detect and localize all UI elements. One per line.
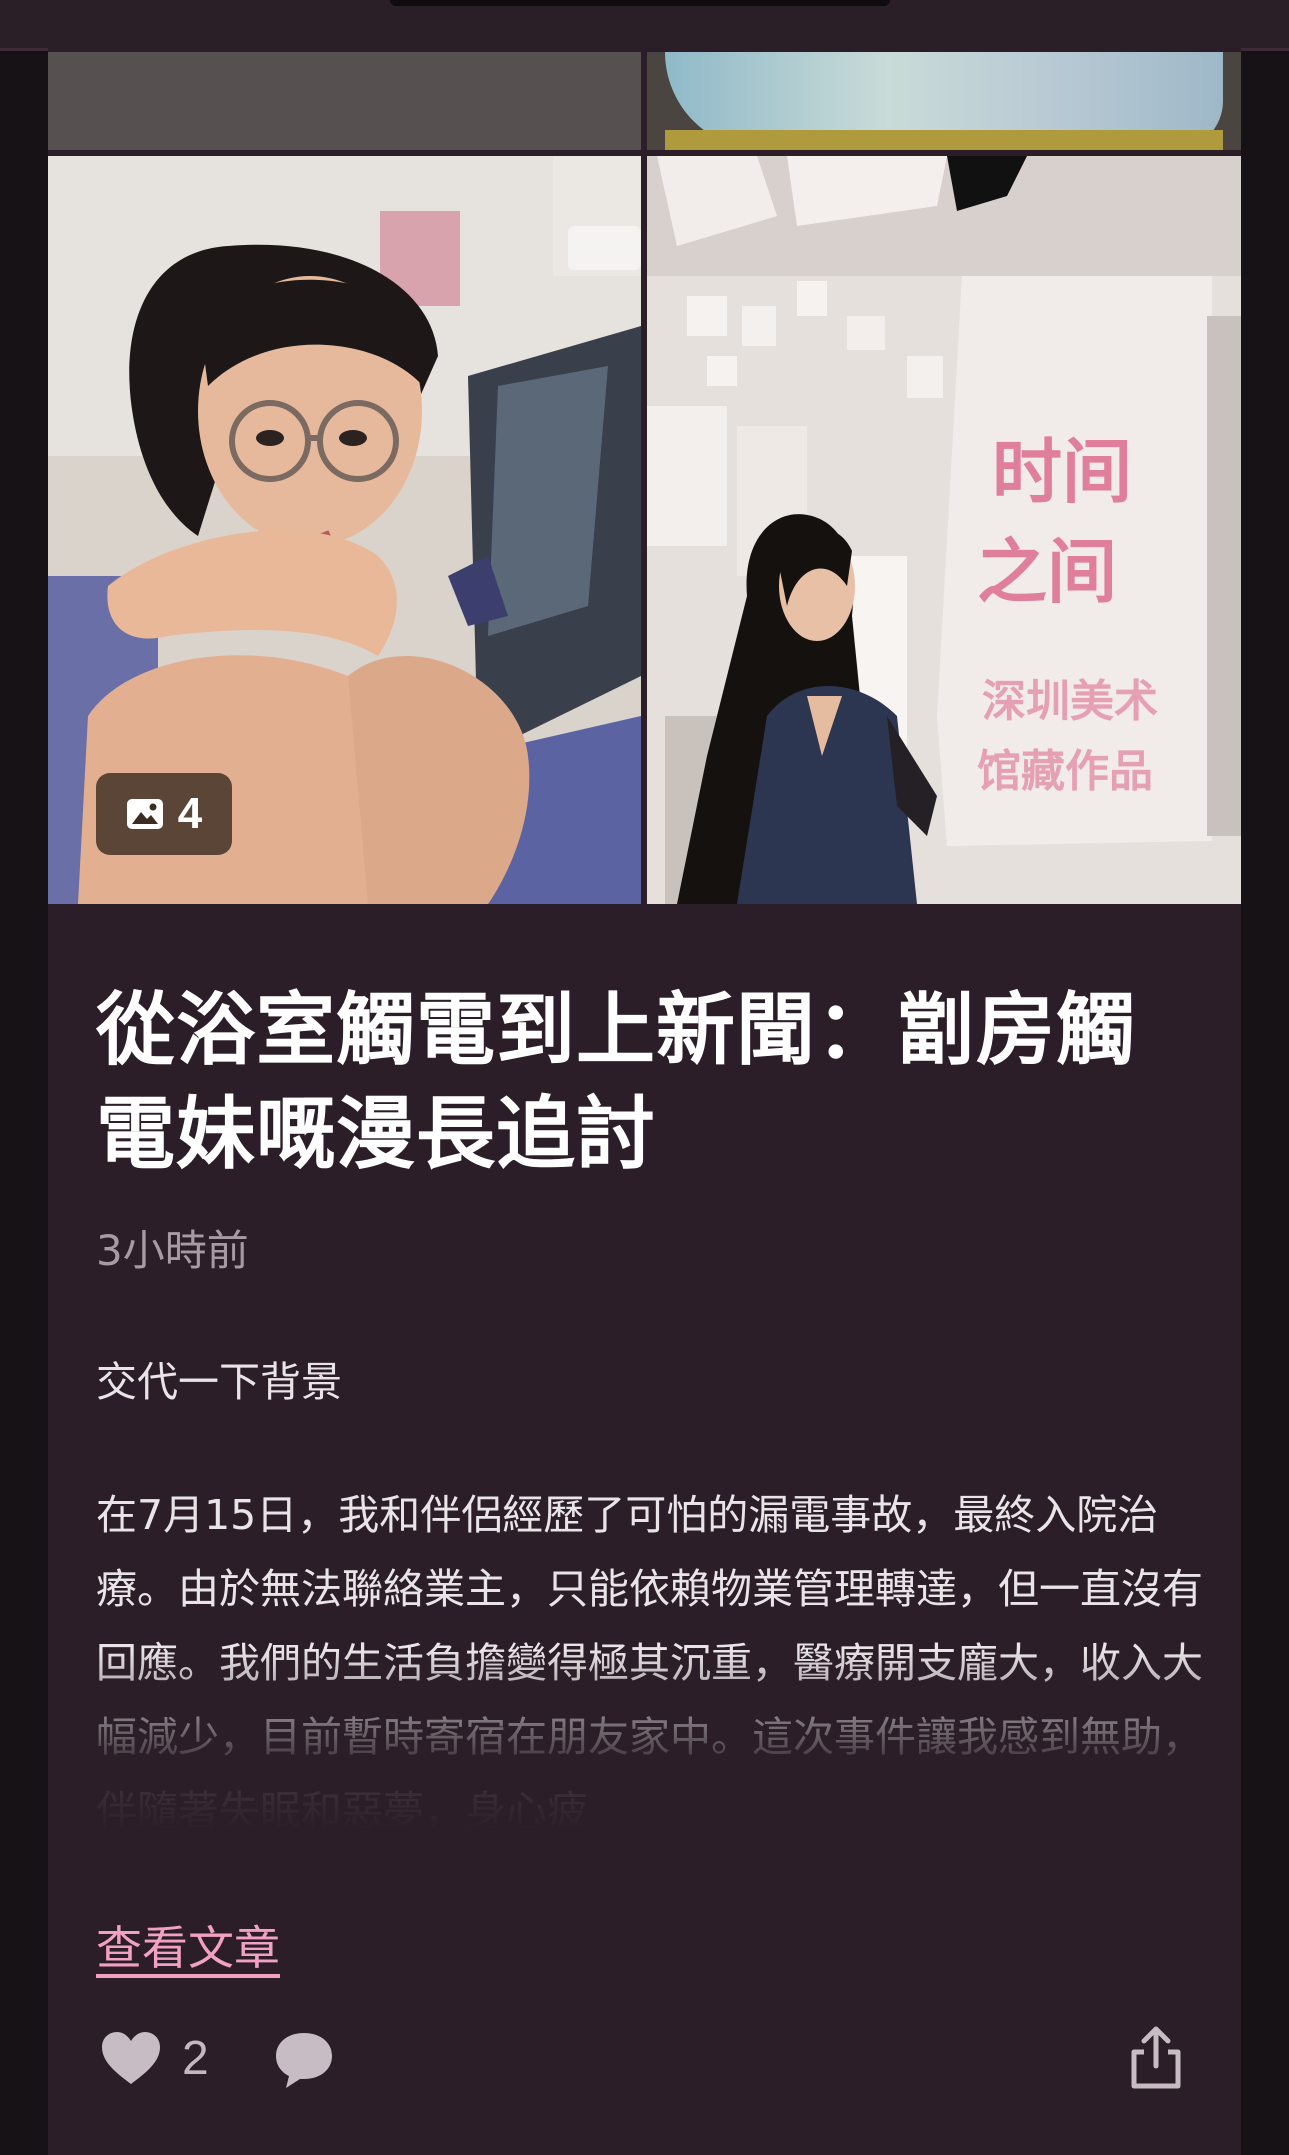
image-icon [126, 799, 163, 829]
photo-thumbnail-top-right[interactable] [647, 52, 1241, 150]
photo-gallery[interactable]: 时间 之间 深圳美术 馆藏作品 [647, 156, 1241, 904]
image-count-badge[interactable]: 4 [96, 773, 232, 855]
share-button[interactable] [1128, 2026, 1184, 2094]
status-bar [0, 0, 1289, 51]
post-title: 從浴室觸電到上新聞：劏房觸電妹嘅漫長追討 [96, 984, 1136, 1180]
like-count: 2 [182, 2031, 209, 2085]
photo-thumbnail-top-left[interactable] [48, 52, 641, 150]
gallery-sign-line1: 时间 [992, 431, 1132, 513]
gallery-sign-line3: 深圳美术 [982, 676, 1158, 727]
photo-ground-detail [665, 130, 1223, 150]
image-count: 4 [177, 789, 203, 838]
status-bar-notch [390, 0, 890, 6]
gallery-sign-line2: 之间 [977, 531, 1117, 613]
post-intro: 交代一下背景 [96, 1358, 342, 1406]
share-icon [1131, 2026, 1181, 2089]
gallery-illustration: 时间 之间 深圳美术 馆藏作品 [647, 156, 1241, 904]
speech-bubble-icon [276, 2033, 332, 2088]
view-article-link[interactable]: 查看文章 [96, 1912, 280, 1978]
comment-button[interactable] [272, 2030, 336, 2094]
heart-icon [102, 2032, 160, 2084]
excerpt-fade [48, 1650, 1241, 1890]
post-timestamp: 3小時前 [96, 1226, 249, 1275]
gallery-sign-line4: 馆藏作品 [977, 746, 1153, 797]
like-button[interactable]: 2 [100, 2030, 209, 2086]
